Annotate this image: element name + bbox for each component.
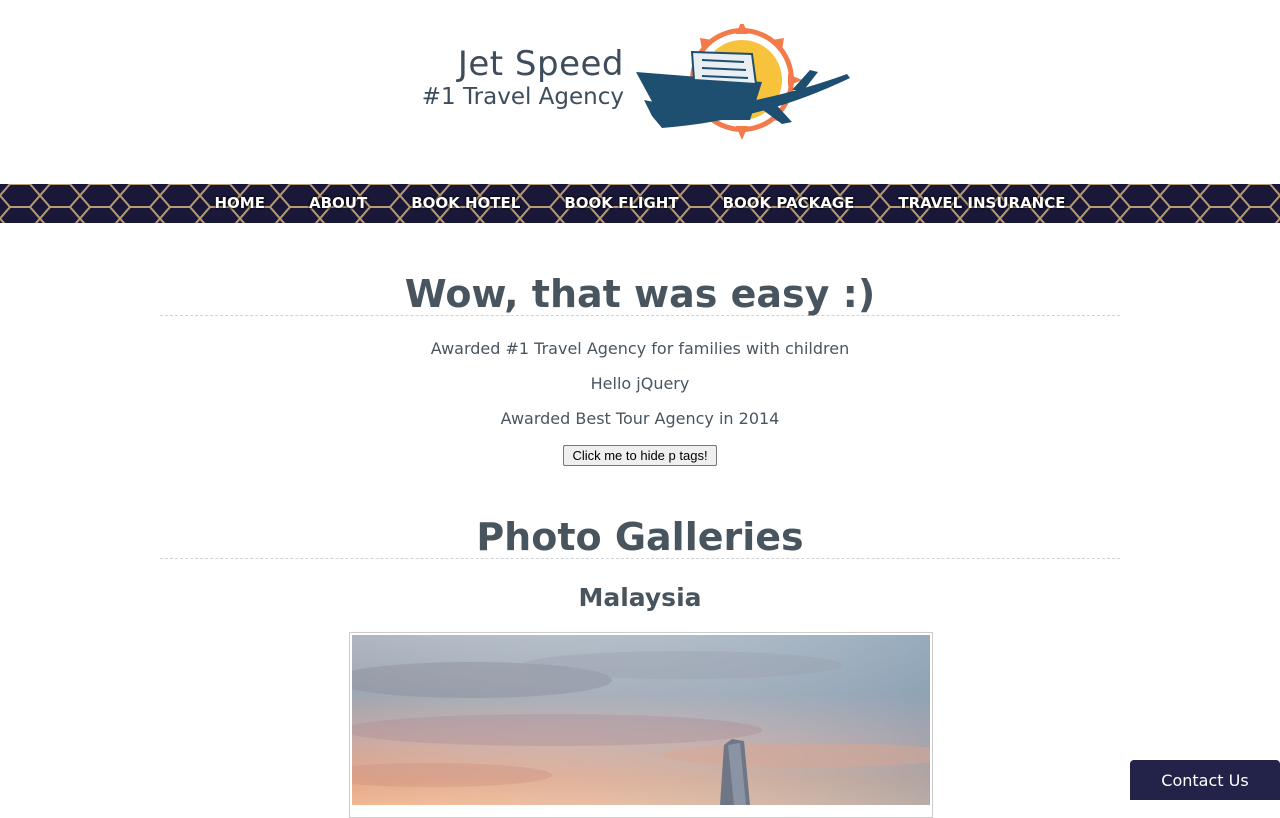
nav-home[interactable]: HOME bbox=[192, 184, 286, 223]
gallery-photo[interactable] bbox=[349, 632, 933, 818]
intro-heading: Wow, that was easy :) bbox=[160, 273, 1120, 316]
nav-travel-insurance[interactable]: TRAVEL INSURANCE bbox=[876, 184, 1087, 223]
airplane-sunset-photo bbox=[352, 635, 930, 805]
nav-book-flight[interactable]: BOOK FLIGHT bbox=[542, 184, 700, 223]
site-header: Jet Speed #1 Travel Agency bbox=[0, 0, 1280, 184]
gallery-heading: Photo Galleries bbox=[160, 516, 1120, 559]
nav-book-package[interactable]: BOOK PACKAGE bbox=[701, 184, 877, 223]
site-logo[interactable]: Jet Speed #1 Travel Agency bbox=[416, 24, 856, 146]
intro-paragraph: Awarded #1 Travel Agency for families wi… bbox=[430, 339, 850, 358]
logo-title: Jet Speed bbox=[457, 44, 624, 84]
gallery-subheading: Malaysia bbox=[578, 583, 702, 612]
contact-us-button[interactable]: Contact Us bbox=[1130, 760, 1280, 800]
ship-plane-logo-icon bbox=[636, 24, 850, 140]
nav-about[interactable]: ABOUT bbox=[287, 184, 389, 223]
intro-paragraph: Hello jQuery bbox=[590, 374, 690, 393]
hide-paragraphs-button[interactable]: Click me to hide p tags! bbox=[563, 445, 717, 466]
main-nav: HOME ABOUT BOOK HOTEL BOOK FLIGHT BOOK P… bbox=[0, 184, 1280, 223]
logo-subtitle: #1 Travel Agency bbox=[421, 84, 624, 110]
intro-paragraph: Awarded Best Tour Agency in 2014 bbox=[500, 409, 780, 428]
nav-book-hotel[interactable]: BOOK HOTEL bbox=[389, 184, 542, 223]
